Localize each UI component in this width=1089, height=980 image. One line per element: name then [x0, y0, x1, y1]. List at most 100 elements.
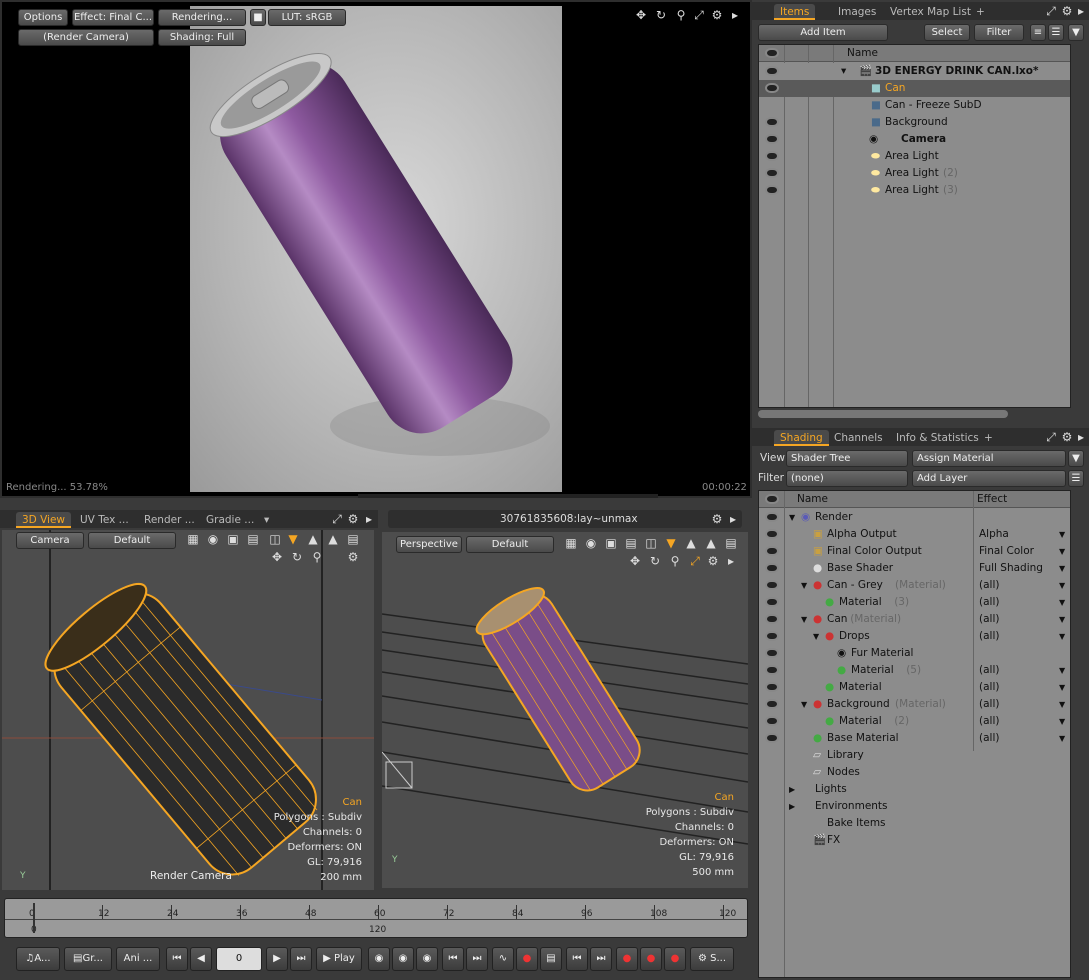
- key-all-button[interactable]: ▤: [540, 947, 562, 971]
- eye-icon[interactable]: [765, 83, 779, 93]
- pin-icon[interactable]: ▲: [704, 536, 718, 550]
- expand-arrow-icon[interactable]: ▶: [789, 781, 795, 798]
- default-dropdown[interactable]: Default: [88, 532, 176, 549]
- expand-arrow-icon[interactable]: ▼: [789, 509, 795, 526]
- eye-icon[interactable]: [765, 66, 779, 76]
- rotate-icon[interactable]: ↻: [290, 550, 304, 564]
- effect-dropdown[interactable]: Effect: Final C...: [72, 9, 154, 26]
- effect-value[interactable]: (all): [979, 662, 999, 679]
- perspective-dropdown[interactable]: Perspective: [396, 536, 462, 553]
- light-icon[interactable]: ▲: [684, 536, 698, 550]
- chevron-down-icon[interactable]: ▼: [1059, 560, 1065, 577]
- effect-value[interactable]: (all): [979, 611, 999, 628]
- tab-items[interactable]: Items: [774, 4, 816, 20]
- shader-row[interactable]: ◉ Fur Material: [759, 645, 1070, 662]
- gear-icon[interactable]: ⚙: [1060, 430, 1074, 444]
- item-row-area-light[interactable]: ⬬ Area Light: [759, 148, 1070, 165]
- shader-row[interactable]: ▼ ● Background (Material) (all) ▼: [759, 696, 1070, 713]
- shader-row[interactable]: ▱ Nodes: [759, 764, 1070, 781]
- effect-value[interactable]: (all): [979, 730, 999, 747]
- chevron-down-icon[interactable]: ▼: [1059, 679, 1065, 696]
- funnel-icon[interactable]: ▼: [1068, 24, 1084, 41]
- camera-dropdown[interactable]: (Render Camera): [18, 29, 154, 46]
- filter-button[interactable]: Filter: [974, 24, 1024, 41]
- texture-icon[interactable]: ▤: [624, 536, 638, 550]
- shader-row[interactable]: ● Base Shader Full Shading ▼: [759, 560, 1070, 577]
- effect-value[interactable]: Alpha: [979, 526, 1009, 543]
- chevron-down-icon[interactable]: ▼: [1059, 526, 1065, 543]
- move-icon[interactable]: ✥: [634, 8, 648, 22]
- timeline[interactable]: 01224364860728496108120 0120: [4, 898, 748, 938]
- light-icon[interactable]: ▲: [306, 532, 320, 546]
- expand-arrow-icon[interactable]: ▼: [801, 577, 807, 594]
- shader-row[interactable]: ● Material (all) ▼: [759, 679, 1070, 696]
- chevron-down-icon[interactable]: ▼: [1059, 730, 1065, 747]
- shader-row[interactable]: Bake Items: [759, 815, 1070, 832]
- shader-row[interactable]: ● Material (3) (all) ▼: [759, 594, 1070, 611]
- play-arrow-icon[interactable]: ▸: [1074, 4, 1088, 18]
- list-icon[interactable]: ☰: [1068, 470, 1084, 487]
- chevron-down-icon[interactable]: ▾: [258, 512, 275, 528]
- settings-button[interactable]: ⚙ S...: [690, 947, 734, 971]
- next-frame-button[interactable]: ⏭: [466, 947, 488, 971]
- expand-icon[interactable]: ⤢: [1044, 430, 1058, 444]
- shader-row[interactable]: ● Material (5) (all) ▼: [759, 662, 1070, 679]
- prev-key-button-2[interactable]: ⏮: [566, 947, 588, 971]
- play-button[interactable]: ▶ Play: [316, 947, 362, 971]
- shader-row[interactable]: ▼ ● Can (Material) (all) ▼: [759, 611, 1070, 628]
- zoom-icon[interactable]: ⚲: [310, 550, 324, 564]
- expand-icon[interactable]: ⤢: [1044, 4, 1058, 18]
- shader-row[interactable]: ● Base Material (all) ▼: [759, 730, 1070, 747]
- eye-icon[interactable]: [765, 665, 779, 675]
- camera-dropdown[interactable]: Camera: [16, 532, 84, 549]
- add-tab-icon[interactable]: +: [970, 4, 991, 20]
- eye-icon[interactable]: [765, 597, 779, 607]
- effect-value[interactable]: (all): [979, 679, 999, 696]
- item-row-camera[interactable]: ◉ Camera: [759, 131, 1070, 148]
- tab-shading[interactable]: Shading: [774, 430, 829, 446]
- effect-value[interactable]: Final Color: [979, 543, 1034, 560]
- eye-icon[interactable]: [765, 716, 779, 726]
- eye-icon[interactable]: [765, 117, 779, 127]
- play-arrow-icon[interactable]: ▸: [724, 554, 738, 568]
- layers-icon[interactable]: ◫: [644, 536, 658, 550]
- filter-dropdown[interactable]: (none): [786, 470, 908, 487]
- eye-icon[interactable]: [765, 699, 779, 709]
- eye-icon[interactable]: [765, 614, 779, 624]
- pin-icon[interactable]: ▲: [326, 532, 340, 546]
- item-row-area-light-3[interactable]: ⬬ Area Light (3): [759, 182, 1070, 199]
- shader-row[interactable]: ▶ Lights: [759, 781, 1070, 798]
- lock-icon[interactable]: ■: [250, 9, 266, 26]
- next-key-button[interactable]: ▶: [266, 947, 288, 971]
- axis-icon[interactable]: ▼: [664, 536, 678, 550]
- key-button-3[interactable]: ●: [664, 947, 686, 971]
- chevron-down-icon[interactable]: ▼: [1059, 611, 1065, 628]
- prev-key-button[interactable]: ◀: [190, 947, 212, 971]
- effect-value[interactable]: (all): [979, 577, 999, 594]
- anim-dropdown[interactable]: Ani ...: [116, 947, 160, 971]
- shader-row[interactable]: ● Material (2) (all) ▼: [759, 713, 1070, 730]
- chevron-down-icon[interactable]: ▼: [1059, 577, 1065, 594]
- eye-icon[interactable]: [765, 682, 779, 692]
- tab-vertex-map-list[interactable]: Vertex Map List: [884, 4, 977, 20]
- gear-icon[interactable]: ⚙: [710, 8, 724, 22]
- go-start-button[interactable]: ⏮: [166, 947, 188, 971]
- shader-row[interactable]: ▣ Alpha Output Alpha ▼: [759, 526, 1070, 543]
- effect-value[interactable]: (all): [979, 594, 999, 611]
- add-layer-dropdown[interactable]: Add Layer: [912, 470, 1066, 487]
- eye-icon[interactable]: [765, 580, 779, 590]
- shading-dropdown[interactable]: Shading: Full: [158, 29, 246, 46]
- add-tab-icon[interactable]: +: [978, 430, 999, 446]
- select-button[interactable]: Select: [924, 24, 970, 41]
- tab-3d-view[interactable]: 3D View: [16, 512, 72, 528]
- eye-icon[interactable]: [765, 546, 779, 556]
- expand-arrow-icon[interactable]: ▾: [841, 63, 846, 80]
- assign-material-dropdown[interactable]: Assign Material: [912, 450, 1066, 467]
- shader-row[interactable]: ▱ Library: [759, 747, 1070, 764]
- playhead[interactable]: [33, 903, 35, 933]
- move-icon[interactable]: ✥: [628, 554, 642, 568]
- curve-button[interactable]: ∿: [492, 947, 514, 971]
- list-icon[interactable]: ≡: [1030, 24, 1046, 41]
- shader-row[interactable]: ▼ ◉ Render: [759, 509, 1070, 526]
- gear-icon[interactable]: ⚙: [1060, 4, 1074, 18]
